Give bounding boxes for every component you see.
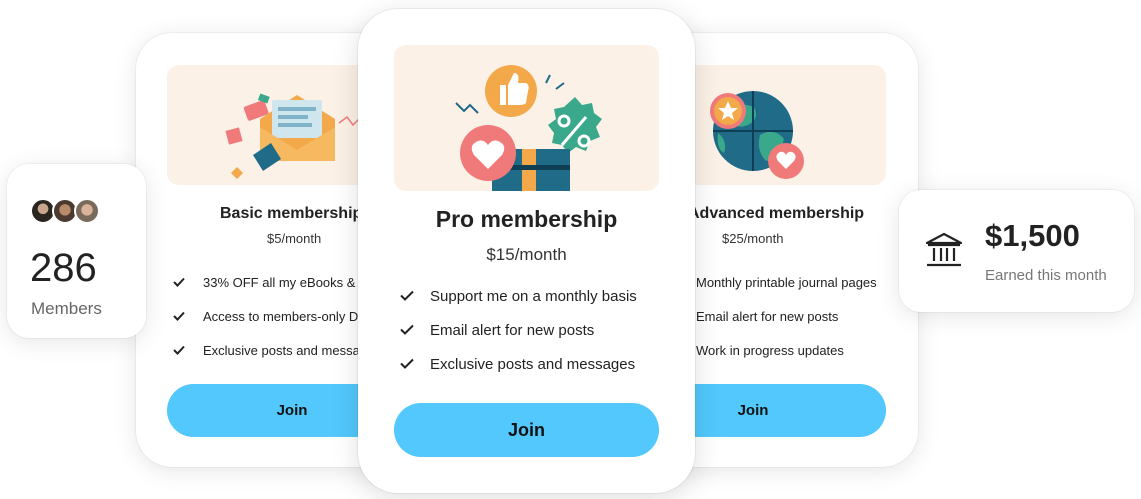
members-label: Members	[31, 299, 102, 318]
feature-item: Email alert for new posts	[400, 313, 637, 347]
advanced-price: $25/month	[722, 231, 784, 246]
check-icon	[400, 356, 414, 373]
check-icon	[173, 275, 185, 290]
feature-text: Access to members-only Discord	[203, 308, 373, 324]
feature-item: Monthly printable journal pages	[696, 274, 877, 290]
basic-feature-list: 33% OFF all my eBooks & courses Access t…	[173, 265, 373, 367]
avatar	[74, 198, 100, 224]
feature-text: Exclusive posts and messages	[430, 355, 636, 373]
feature-text: Email alert for new posts	[430, 321, 595, 339]
members-count: 286	[30, 246, 97, 290]
avatar-group	[30, 198, 100, 224]
basic-title: Basic membership	[220, 205, 363, 222]
check-icon	[173, 309, 185, 324]
pro-membership-card: Pro membership $15/month Support me on a…	[358, 9, 695, 493]
feature-text: 33% OFF all my eBooks & courses	[203, 274, 373, 290]
feature-text: Support me on a monthly basis	[430, 287, 637, 305]
feature-item: Work in progress updates	[696, 342, 844, 358]
feature-text: Exclusive posts and messages	[203, 342, 373, 358]
check-icon	[400, 288, 414, 305]
pro-join-button[interactable]: Join	[394, 403, 659, 457]
pro-feature-list: Support me on a monthly basis Email aler…	[400, 279, 637, 381]
feature-item: Exclusive posts and messages	[173, 333, 373, 367]
bank-icon	[924, 230, 964, 270]
feature-item: Exclusive posts and messages	[400, 347, 637, 381]
members-card: 286 Members	[7, 164, 146, 338]
pro-title: Pro membership	[435, 206, 618, 232]
check-icon	[400, 322, 414, 339]
feature-item: Support me on a monthly basis	[400, 279, 637, 313]
advanced-feature-list: Monthly printable journal pages Email al…	[696, 265, 877, 367]
gift-illustration	[394, 45, 659, 191]
basic-price: $5/month	[267, 231, 322, 246]
pro-price: $15/month	[486, 245, 567, 264]
earnings-card: $1,500 Earned this month	[899, 190, 1134, 312]
advanced-title: Advanced membership	[688, 205, 865, 222]
earnings-amount: $1,500	[985, 218, 1080, 253]
check-icon	[173, 343, 185, 358]
feature-item: Email alert for new posts	[696, 308, 839, 324]
feature-item: Access to members-only Discord	[173, 299, 373, 333]
earnings-label: Earned this month	[985, 267, 1107, 284]
feature-item: 33% OFF all my eBooks & courses	[173, 265, 373, 299]
